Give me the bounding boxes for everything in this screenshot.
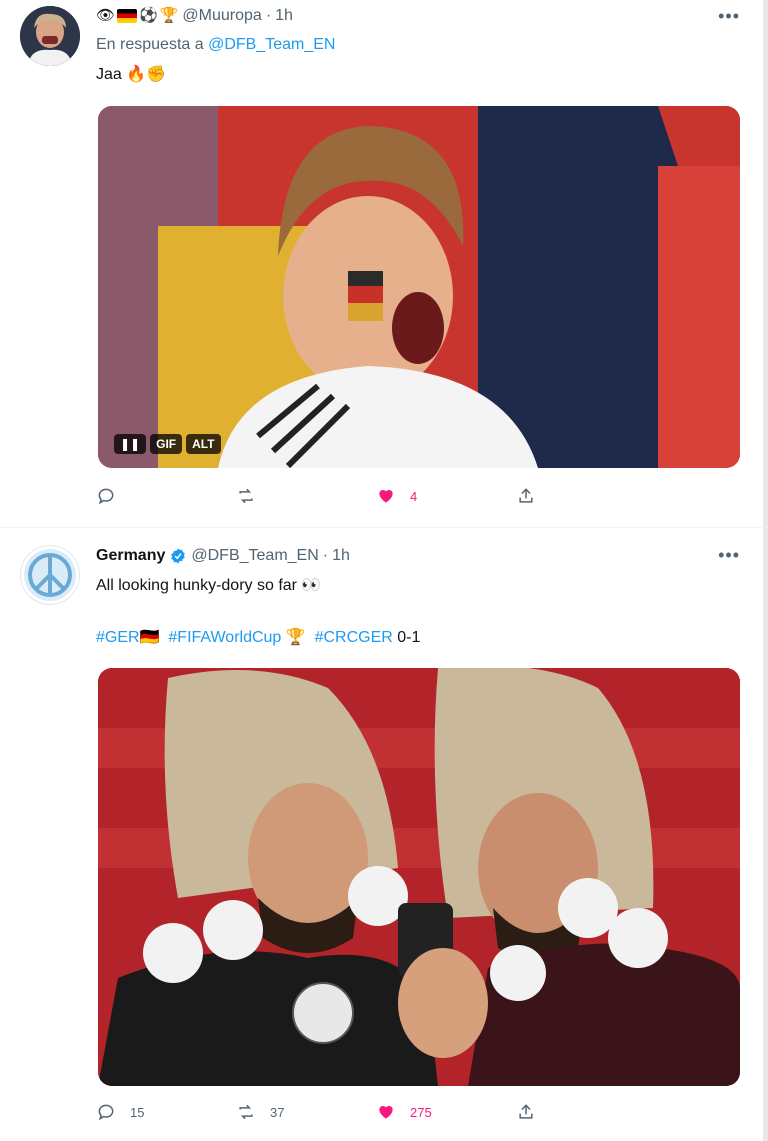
tweet-photo[interactable]: [98, 668, 740, 1086]
separator: ·: [322, 547, 329, 564]
reply-count: 15: [130, 1104, 145, 1120]
reply-icon: [98, 1104, 114, 1121]
tweet-text: Jaa 🔥✊: [96, 66, 167, 83]
tweet-hashtags: #GER🇩🇪 #FIFAWorldCup 🏆 #CRCGER 0-1: [96, 627, 420, 647]
photo-image: [98, 668, 740, 1086]
timestamp[interactable]: 1h: [332, 547, 350, 565]
timestamp[interactable]: 1h: [275, 7, 293, 25]
reply-button[interactable]: 15: [96, 1102, 236, 1122]
avatar-image: [20, 6, 80, 66]
retweet-button[interactable]: [236, 486, 376, 506]
author-name[interactable]: Germany: [96, 547, 165, 565]
reply-handle-link[interactable]: @DFB_Team_EN: [208, 36, 335, 53]
tweet-text: All looking hunky-dory so far 👀: [96, 577, 322, 594]
like-button[interactable]: 4: [376, 486, 516, 506]
score-text: 0-1: [397, 629, 421, 646]
tweet-actions: 15 37 275: [96, 1102, 656, 1122]
more-icon[interactable]: •••: [718, 545, 740, 566]
author-handle[interactable]: @Muuropa: [182, 7, 261, 25]
gif-image: [98, 106, 740, 468]
author-handle[interactable]: @DFB_Team_EN: [191, 547, 318, 565]
like-count: 4: [410, 488, 418, 504]
share-icon: [519, 488, 533, 503]
author-display-name[interactable]: 👁 ⚽ 🏆: [96, 6, 178, 26]
share-button[interactable]: [516, 1102, 656, 1122]
reply-button[interactable]: [96, 486, 236, 506]
heart-icon: [379, 490, 393, 503]
tweet-header: Germany @DFB_Team_EN · 1h: [96, 547, 350, 565]
retweet-icon: [239, 488, 253, 504]
avatar[interactable]: [20, 545, 80, 605]
pause-icon[interactable]: ❚❚: [114, 434, 147, 454]
share-icon: [519, 1104, 533, 1119]
reply-icon: [98, 488, 114, 505]
hashtag-crcger[interactable]: #CRCGER: [315, 629, 393, 646]
hashtag-ger[interactable]: #GER🇩🇪: [96, 629, 160, 646]
verified-badge-icon: [171, 548, 186, 564]
eye-emoji-icon: 👁: [96, 7, 116, 24]
like-button[interactable]: 275: [376, 1102, 516, 1122]
soccer-ball-icon: ⚽: [139, 7, 158, 24]
more-icon[interactable]: •••: [718, 6, 740, 27]
peace-symbol-icon: [24, 549, 76, 601]
gif-controls: ❚❚ GIF ALT: [114, 434, 221, 454]
germany-flag-icon: [117, 9, 138, 23]
tweet-header: 👁 ⚽ 🏆 @Muuropa · 1h: [96, 6, 293, 26]
tweet-gif[interactable]: ❚❚ GIF ALT: [98, 106, 740, 468]
reply-prefix: En respuesta a: [96, 36, 204, 53]
tweet-actions: 4: [96, 486, 656, 506]
tweet-reply[interactable]: 👁 ⚽ 🏆 @Muuropa · 1h ••• En respuesta a @…: [0, 0, 764, 528]
retweet-count: 37: [270, 1104, 285, 1120]
retweet-button[interactable]: 37: [236, 1102, 376, 1122]
heart-icon: [379, 1106, 393, 1119]
reply-context: En respuesta a @DFB_Team_EN: [96, 36, 335, 54]
gif-badge: GIF: [150, 434, 183, 454]
retweet-icon: [239, 1104, 253, 1120]
share-button[interactable]: [516, 486, 656, 506]
separator: ·: [265, 7, 272, 24]
avatar[interactable]: [20, 6, 80, 66]
trophy-icon: 🏆: [159, 7, 179, 24]
alt-badge[interactable]: ALT: [186, 434, 221, 454]
hashtag-fifaworldcup[interactable]: #FIFAWorldCup 🏆: [168, 629, 305, 646]
like-count: 275: [410, 1104, 432, 1120]
